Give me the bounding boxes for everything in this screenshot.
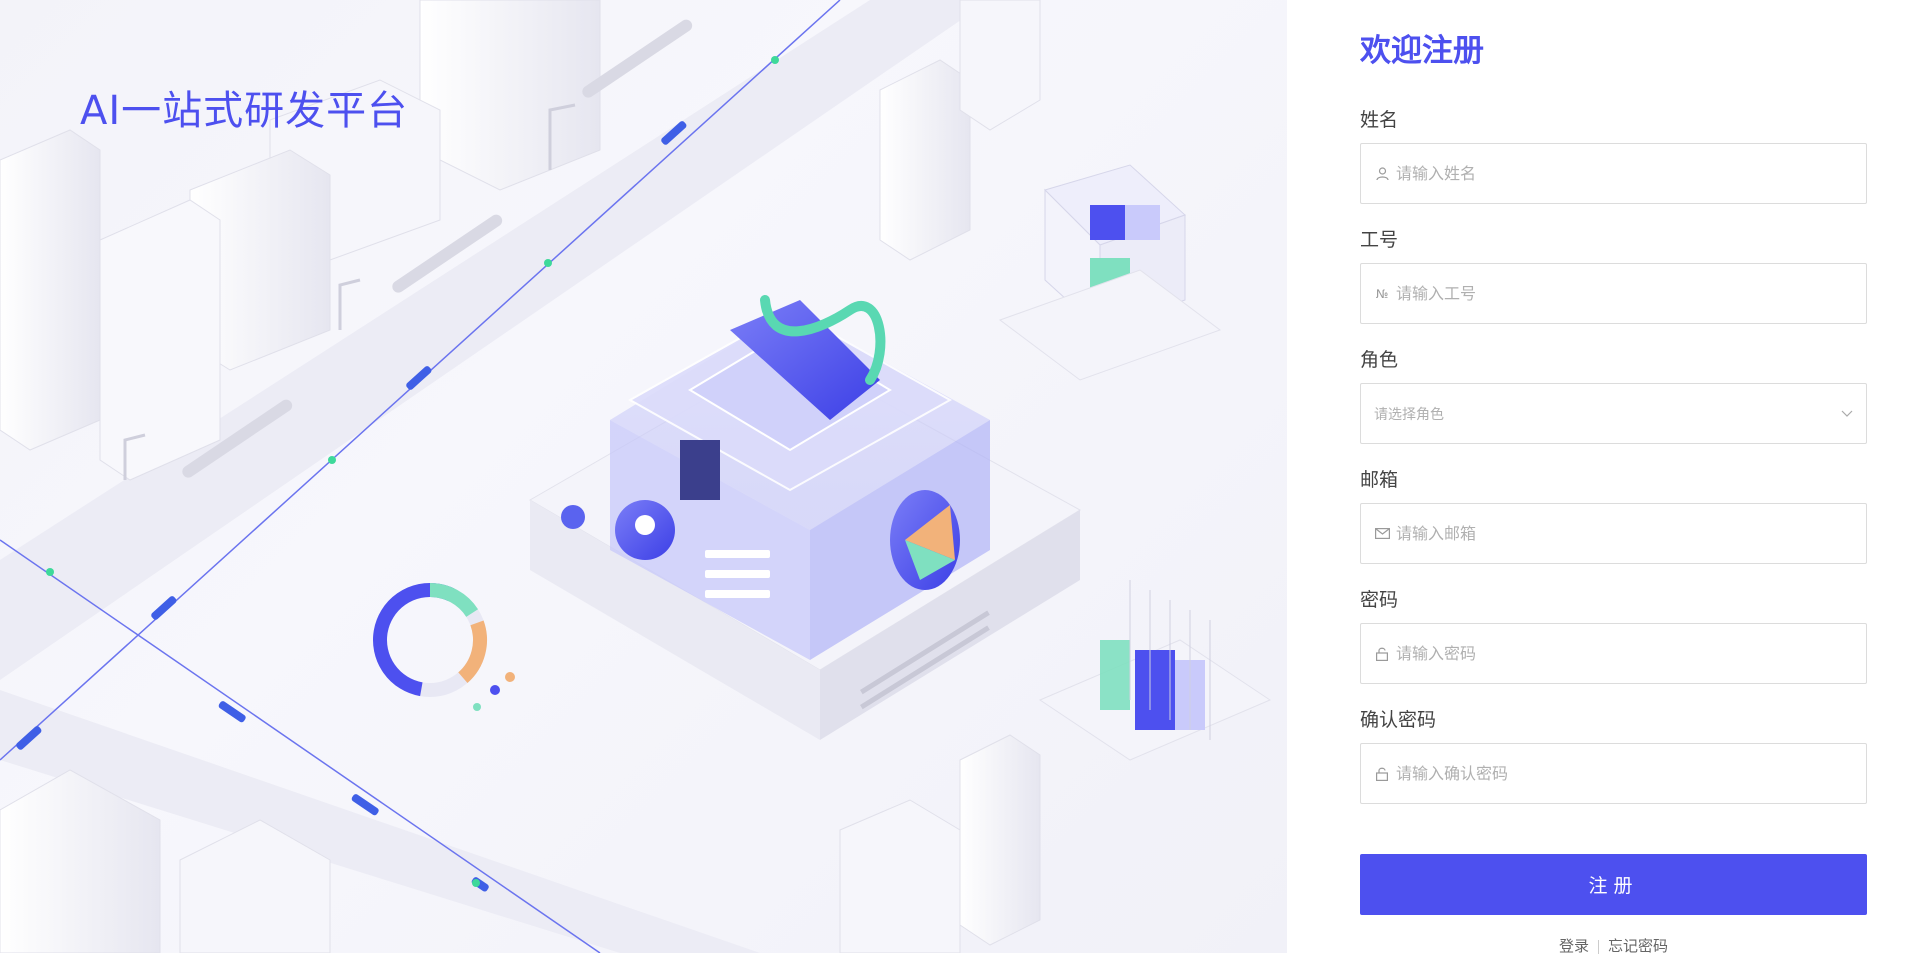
confirm-password-input-box[interactable] [1360, 743, 1867, 804]
password-input-box[interactable] [1360, 623, 1867, 684]
email-field: 邮箱 [1360, 467, 1867, 564]
register-button[interactable]: 注册 [1360, 854, 1867, 915]
register-panel: 欢迎注册 姓名 工号 № 角色 请选择角色 [1287, 0, 1920, 955]
email-input-box[interactable] [1360, 503, 1867, 564]
lock-icon [1374, 766, 1390, 782]
form-title: 欢迎注册 [1360, 33, 1484, 69]
role-select[interactable]: 请选择角色 [1360, 383, 1867, 444]
forgot-password-link[interactable]: 忘记密码 [1608, 937, 1668, 955]
employee-id-input-box[interactable]: № [1360, 263, 1867, 324]
confirm-password-label: 确认密码 [1360, 709, 1437, 731]
number-icon: № [1375, 286, 1389, 301]
name-label: 姓名 [1360, 109, 1399, 131]
employee-id-field: 工号 № [1360, 227, 1867, 324]
lock-icon [1374, 646, 1390, 662]
name-input-box[interactable] [1360, 143, 1867, 204]
email-input[interactable] [1396, 524, 1836, 543]
role-select-placeholder: 请选择角色 [1374, 406, 1444, 423]
role-label: 角色 [1360, 349, 1399, 371]
role-field: 角色 请选择角色 [1360, 347, 1867, 444]
mail-icon [1374, 526, 1390, 542]
employee-id-input[interactable] [1396, 284, 1836, 303]
name-field: 姓名 [1360, 107, 1867, 204]
password-input[interactable] [1396, 644, 1836, 663]
brand-title: AI一站式研发平台 [80, 88, 409, 134]
email-label: 邮箱 [1360, 469, 1399, 491]
login-link[interactable]: 登录 [1559, 937, 1589, 955]
hero-illustration-panel: AI一站式研发平台 [0, 0, 1287, 953]
user-icon [1374, 166, 1390, 182]
password-field: 密码 [1360, 587, 1867, 684]
chevron-down-icon[interactable] [1836, 410, 1858, 418]
employee-id-label: 工号 [1360, 229, 1399, 251]
confirm-password-field: 确认密码 [1360, 707, 1867, 804]
name-input[interactable] [1396, 164, 1836, 183]
link-divider [1598, 939, 1599, 954]
password-label: 密码 [1360, 589, 1399, 611]
isometric-city-illustration [0, 0, 1272, 953]
confirm-password-input[interactable] [1396, 764, 1836, 783]
